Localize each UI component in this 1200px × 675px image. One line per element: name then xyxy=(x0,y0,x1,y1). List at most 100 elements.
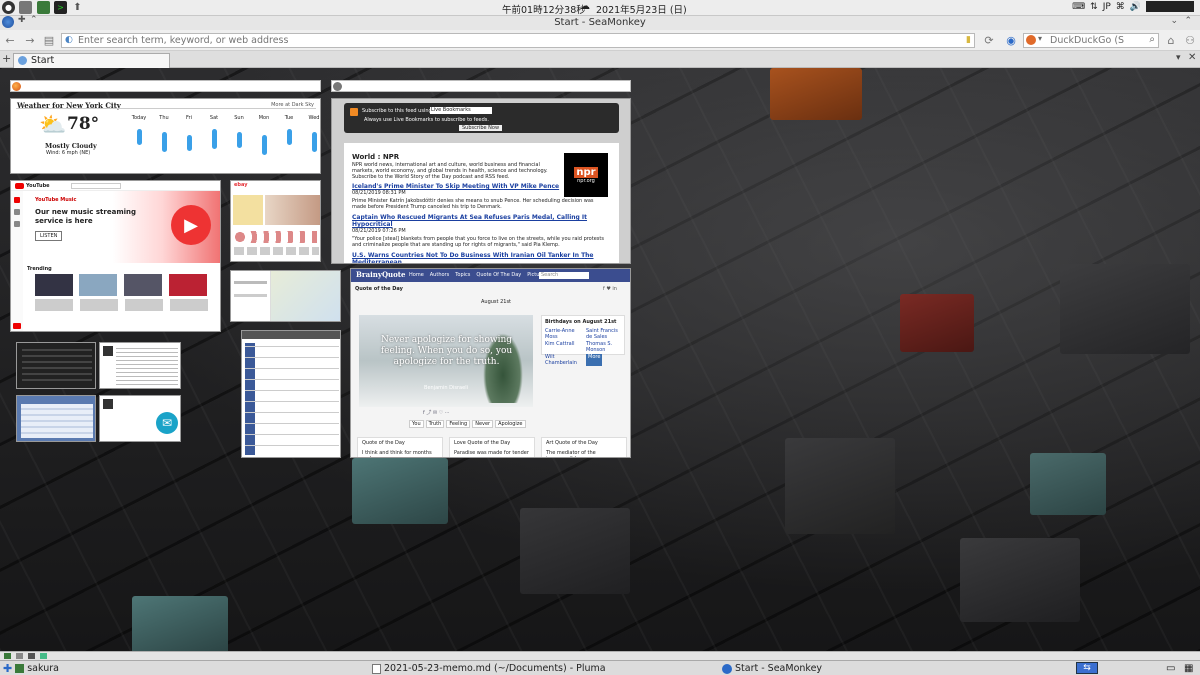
feed-item-title[interactable]: Captain Who Rescued Migrants At Sea Refu… xyxy=(352,214,607,228)
files-icon[interactable] xyxy=(19,1,32,14)
video-thumb[interactable] xyxy=(124,274,162,296)
tab-list-icon[interactable]: ▾ xyxy=(1176,53,1181,63)
volume-icon[interactable]: 🔊 xyxy=(1130,2,1141,12)
brainy-nav-item[interactable]: Topics xyxy=(455,272,470,278)
network-icon[interactable]: ⇅ xyxy=(1090,2,1098,12)
brainy-header: BrainyQuote Home Authors Topics Quote Of Th… xyxy=(351,269,630,282)
forecast-day-label: Mon xyxy=(258,115,270,121)
thumbnail-npr[interactable]: Subscribe to this feed using Live Bookma… xyxy=(331,98,631,264)
subscribe-now-button[interactable]: Subscribe Now xyxy=(459,125,503,131)
bookmark-star-icon[interactable]: ▮ xyxy=(966,35,971,45)
wallpaper-cube-dark xyxy=(960,538,1080,622)
maximize-icon[interactable]: ⌃ xyxy=(1184,16,1192,26)
video-thumb[interactable] xyxy=(35,274,73,296)
app-launcher-icon[interactable] xyxy=(37,1,50,14)
forecast-day: Tue xyxy=(278,115,300,145)
thumbnail-mail-site[interactable]: ✉ xyxy=(99,395,181,442)
feed-title: World : NPR xyxy=(352,153,400,161)
quote-card[interactable]: Quote of the Day I think and think for mo… xyxy=(357,437,443,457)
quote-card[interactable]: Art Quote of the Day The mediator of the … xyxy=(541,437,627,457)
input-method[interactable]: JP xyxy=(1103,2,1111,12)
tab-start[interactable]: Start xyxy=(13,53,170,68)
home-icon[interactable]: ⌂ xyxy=(1163,33,1179,48)
minimize-icon[interactable]: ⌄ xyxy=(1170,16,1178,26)
feed-icon[interactable]: ◉ xyxy=(1003,33,1019,48)
brainy-nav-item[interactable]: Authors xyxy=(430,272,449,278)
sync-icon[interactable]: ⇆ xyxy=(1076,662,1098,674)
birthday-link[interactable]: Saint Francis de Sales xyxy=(586,328,625,340)
always-use-checkbox[interactable]: Always use Live Bookmarks to subscribe t… xyxy=(364,117,489,123)
map-area[interactable] xyxy=(271,271,340,321)
url-bar[interactable]: ◐ ▮ xyxy=(61,33,975,48)
brainy-nav-item[interactable]: Home xyxy=(409,272,424,278)
workspace-switcher[interactable]: ✚ sakura xyxy=(3,662,59,675)
video-thumb[interactable] xyxy=(79,274,117,296)
youtube-search-input[interactable] xyxy=(71,183,121,189)
person-icon[interactable]: ⚇ xyxy=(1182,33,1198,48)
search-bar[interactable]: ▾ ⌕ xyxy=(1023,33,1159,48)
brainy-search-input[interactable]: Search xyxy=(539,272,589,279)
forecast-temp-bar xyxy=(236,132,242,148)
quote-tag[interactable]: You xyxy=(409,420,424,428)
birthday-link[interactable]: Kim Cattrall xyxy=(545,341,584,353)
ebay-labels xyxy=(234,247,319,255)
listen-button[interactable]: LISTEN xyxy=(35,231,63,241)
thumbnail-news-list[interactable] xyxy=(241,330,341,458)
task-pluma[interactable]: 2021-05-23-memo.md (~/Documents) - Pluma xyxy=(372,662,606,675)
birthday-link[interactable]: More xyxy=(586,354,603,366)
launcher-icon[interactable] xyxy=(16,653,23,659)
date: 2021年5月23日 (日) xyxy=(596,5,687,16)
terminal-icon[interactable]: > xyxy=(54,1,67,14)
youtube-music-banner[interactable]: YouTube Music Our new music streaming se… xyxy=(23,191,220,263)
back-icon[interactable]: ← xyxy=(2,33,18,48)
thumbnail-text-site[interactable] xyxy=(99,342,181,389)
quote-tag[interactable]: Apologize xyxy=(495,420,526,428)
thumbnail-map[interactable] xyxy=(230,270,341,322)
taskbar: ✚ sakura 2021-05-23-memo.md (~/Documents… xyxy=(0,660,1200,675)
quote-tag[interactable]: Truth xyxy=(425,420,445,428)
wallpaper-cube-dark xyxy=(1060,264,1190,354)
chevron-down-icon[interactable]: ▾ xyxy=(1038,34,1042,43)
thumbnail-forum[interactable] xyxy=(16,395,96,442)
search-icon[interactable]: ⌕ xyxy=(1149,34,1155,45)
brainy-nav-item[interactable]: Quote Of The Day xyxy=(476,272,521,278)
reload-icon[interactable]: ⟳ xyxy=(981,33,997,48)
feed-item-title[interactable]: Iceland's Prime Minister To Skip Meeting… xyxy=(352,183,607,190)
quote-card[interactable]: Love Quote of the Day Paradise was made f… xyxy=(449,437,535,457)
keyboard-icon[interactable]: ⌨ xyxy=(1072,2,1085,12)
thumbnail-dark-site[interactable] xyxy=(16,342,96,389)
task-seamonkey[interactable]: Start - SeaMonkey xyxy=(722,662,822,675)
forward-icon[interactable]: → xyxy=(22,33,38,48)
feed-reader-select[interactable]: Live Bookmarks xyxy=(430,107,492,114)
upload-icon[interactable]: ⬆ xyxy=(71,1,84,14)
user-badge[interactable] xyxy=(1146,1,1194,12)
desktop-icon[interactable]: ▭ xyxy=(1166,663,1175,674)
quote-image[interactable]: Never apologize for showing feeling. Whe… xyxy=(359,315,533,407)
launcher-icon[interactable] xyxy=(40,653,47,659)
apps-menu-icon[interactable]: ● xyxy=(2,1,15,14)
close-tab-icon[interactable]: ✕ xyxy=(1188,52,1196,63)
birthday-link[interactable]: Carrie-Anne Moss xyxy=(545,328,584,340)
quote-tag[interactable]: Feeling xyxy=(446,420,471,428)
thumbnail-ebay[interactable]: ebay xyxy=(230,180,321,262)
launcher-icon[interactable] xyxy=(4,653,11,659)
bookmarks-icon[interactable]: ▤ xyxy=(41,33,57,48)
input-method-icon[interactable]: ⌘ xyxy=(1116,2,1125,12)
workspace-grid-icon[interactable]: ▦ xyxy=(1184,663,1193,674)
quote-tag[interactable]: Never xyxy=(472,420,494,428)
birthday-link[interactable]: Wilt Chamberlain xyxy=(545,354,584,366)
top-panel: ● > ⬆ 午前01時12分38秒 ☁ 2021年5月23日 (日) ⌨ ⇅ J… xyxy=(0,0,1200,16)
birthday-link[interactable]: Thomas S. Monson xyxy=(586,341,625,353)
feed-item-title[interactable]: U.S. Warns Countries Not To Do Business … xyxy=(352,252,607,263)
thumbnail-weather[interactable]: Weather for New York City More at Dark S… xyxy=(10,98,321,174)
play-icon[interactable]: ▶ xyxy=(171,205,211,245)
share-icons[interactable]: f ♥ in xyxy=(603,286,617,292)
url-input[interactable] xyxy=(62,34,952,47)
video-thumb[interactable] xyxy=(169,274,207,296)
thumbnail-youtube[interactable]: YouTube YouTube Music Our new music stre… xyxy=(10,180,221,332)
quote-share-icons[interactable]: f ⤴ ✉ ♡ ⋯ xyxy=(423,409,450,416)
new-tab-icon[interactable]: + xyxy=(2,52,11,65)
thumbnail-brainyquote[interactable]: BrainyQuote Home Authors Topics Quote Of Th… xyxy=(350,268,631,458)
window-titlebar[interactable]: ✚ ⌃ Start - SeaMonkey ⌄ ⌃ xyxy=(0,15,1200,30)
launcher-icon[interactable] xyxy=(28,653,35,659)
